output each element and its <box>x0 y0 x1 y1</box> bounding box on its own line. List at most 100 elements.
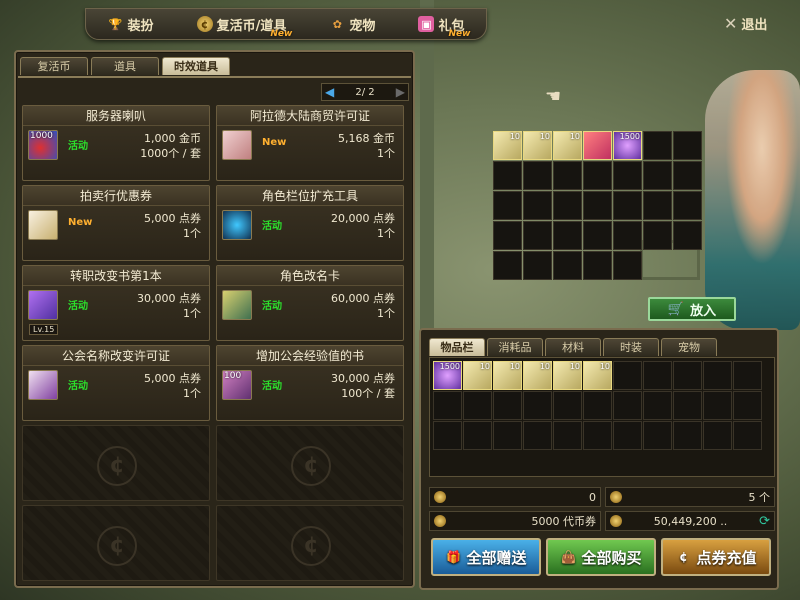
tab-fashion[interactable]: 时装 <box>603 338 659 356</box>
inv-empty-slot[interactable] <box>493 391 522 420</box>
item-title: 公会名称改变许可证 <box>23 346 209 366</box>
inv-empty-slot[interactable] <box>673 391 702 420</box>
tab-consumables[interactable]: 消耗品 <box>487 338 543 356</box>
empty-slot[interactable] <box>673 161 702 190</box>
menu-gift-pack[interactable]: ▣ 礼包 New <box>418 15 470 39</box>
inv-empty-slot[interactable] <box>463 391 492 420</box>
empty-slot[interactable] <box>523 251 552 280</box>
inv-slot-scroll[interactable]: 10 <box>463 361 492 390</box>
inv-empty-slot[interactable] <box>463 421 492 450</box>
rename-card-icon <box>222 290 252 320</box>
inv-empty-slot[interactable] <box>733 391 762 420</box>
inv-empty-slot[interactable] <box>703 421 732 450</box>
empty-slot[interactable] <box>523 191 552 220</box>
empty-slot[interactable] <box>553 251 582 280</box>
empty-slot[interactable] <box>613 251 642 280</box>
empty-shop-slot: ¢ <box>216 505 404 581</box>
inv-empty-slot[interactable] <box>703 361 732 390</box>
inv-slot-coin-bag[interactable]: 1500 <box>433 361 462 390</box>
empty-slot[interactable] <box>553 191 582 220</box>
empty-slot[interactable] <box>583 191 612 220</box>
inv-empty-slot[interactable] <box>613 421 642 450</box>
shop-item-card[interactable]: 转职改变书第1本 活动 30,000 点券 1个 Lv.15 <box>22 265 210 341</box>
tab-pets[interactable]: 宠物 <box>661 338 717 356</box>
inv-empty-slot[interactable] <box>433 421 462 450</box>
shop-item-card[interactable]: 角色栏位扩充工具 活动 20,000 点券 1个 <box>216 185 404 261</box>
tab-inventory[interactable]: 物品栏 <box>429 338 485 356</box>
empty-slot[interactable] <box>613 191 642 220</box>
empty-slot[interactable] <box>583 251 612 280</box>
shop-item-card[interactable]: 增加公会经验值的书 100 活动 30,000 点券 100个 / 套 <box>216 345 404 421</box>
inv-empty-slot[interactable] <box>523 391 552 420</box>
slot-scroll[interactable]: 10 <box>493 131 522 160</box>
menu-costume[interactable]: 🏆 装扮 <box>108 15 154 34</box>
shop-item-card[interactable]: 服务器喇叭 1000 活动 1,000 金币 1000个 / 套 <box>22 105 210 181</box>
empty-slot[interactable] <box>523 221 552 250</box>
inv-empty-slot[interactable] <box>673 361 702 390</box>
inv-empty-slot[interactable] <box>523 421 552 450</box>
inv-slot-scroll[interactable]: 10 <box>523 361 552 390</box>
refresh-icon[interactable]: ⟳ <box>759 514 770 529</box>
shop-item-card[interactable]: 阿拉德大陆商贸许可证 New 5,168 金币 1个 <box>216 105 404 181</box>
menu-revive-coin-items[interactable]: ¢ 复活币/道具 New <box>196 15 292 39</box>
empty-slot[interactable] <box>493 221 522 250</box>
empty-slot[interactable] <box>583 221 612 250</box>
inv-empty-slot[interactable] <box>583 421 612 450</box>
empty-slot[interactable] <box>673 191 702 220</box>
exit-button[interactable]: ✕ 退出 <box>724 14 767 33</box>
inv-empty-slot[interactable] <box>553 391 582 420</box>
inv-empty-slot[interactable] <box>613 391 642 420</box>
empty-slot[interactable] <box>673 131 702 160</box>
inv-slot-scroll[interactable]: 10 <box>493 361 522 390</box>
prev-page-icon[interactable]: ◀ <box>325 85 334 99</box>
slot-coin-bag[interactable]: 1500 <box>613 131 642 160</box>
inv-slot-scroll[interactable]: 10 <box>553 361 582 390</box>
empty-slot[interactable] <box>553 161 582 190</box>
slot-scroll[interactable]: 10 <box>553 131 582 160</box>
tab-materials[interactable]: 材料 <box>545 338 601 356</box>
empty-slot[interactable] <box>493 161 522 190</box>
empty-slot[interactable] <box>643 131 672 160</box>
inv-empty-slot[interactable] <box>643 391 672 420</box>
empty-slot[interactable] <box>613 161 642 190</box>
shop-item-card[interactable]: 公会名称改变许可证 活动 5,000 点券 1个 <box>22 345 210 421</box>
buy-all-button[interactable]: 👜 全部购买 <box>546 538 656 576</box>
inv-empty-slot[interactable] <box>583 391 612 420</box>
next-page-icon[interactable]: ▶ <box>396 85 405 99</box>
empty-slot[interactable] <box>613 221 642 250</box>
item-quantity: 1个 <box>377 227 395 240</box>
inv-empty-slot[interactable] <box>643 421 672 450</box>
empty-slot[interactable] <box>523 161 552 190</box>
inv-empty-slot[interactable] <box>733 421 762 450</box>
tab-items[interactable]: 道具 <box>91 57 159 75</box>
tab-revive-coin[interactable]: 复活币 <box>20 57 88 75</box>
inv-slot-scroll[interactable]: 10 <box>583 361 612 390</box>
empty-slot[interactable] <box>643 191 672 220</box>
empty-slot[interactable] <box>643 221 672 250</box>
inv-empty-slot[interactable] <box>733 361 762 390</box>
inv-empty-slot[interactable] <box>433 391 462 420</box>
inv-empty-slot[interactable] <box>613 361 642 390</box>
recharge-button[interactable]: ¢ 点券充值 <box>661 538 771 576</box>
inv-empty-slot[interactable] <box>673 421 702 450</box>
empty-slot[interactable] <box>493 191 522 220</box>
inv-empty-slot[interactable] <box>493 421 522 450</box>
tab-timed-items[interactable]: 时效道具 <box>162 57 230 75</box>
item-title: 增加公会经验值的书 <box>217 346 403 366</box>
inv-empty-slot[interactable] <box>703 391 732 420</box>
inv-empty-slot[interactable] <box>643 361 672 390</box>
put-in-button[interactable]: 🛒 放入 <box>648 297 736 321</box>
shop-item-card[interactable]: 拍卖行优惠券 New 5,000 点券 1个 <box>22 185 210 261</box>
menu-pet[interactable]: ✿ 宠物 <box>329 15 376 34</box>
token-icon <box>434 515 446 527</box>
empty-slot[interactable] <box>583 161 612 190</box>
slot-scroll[interactable]: 10 <box>523 131 552 160</box>
gift-all-button[interactable]: 🎁 全部赠送 <box>431 538 541 576</box>
inv-empty-slot[interactable] <box>553 421 582 450</box>
slot-gift[interactable] <box>583 131 612 160</box>
empty-slot[interactable] <box>673 221 702 250</box>
shop-item-card[interactable]: 角色改名卡 活动 60,000 点券 1个 <box>216 265 404 341</box>
empty-slot[interactable] <box>553 221 582 250</box>
empty-slot[interactable] <box>493 251 522 280</box>
empty-slot[interactable] <box>643 161 672 190</box>
